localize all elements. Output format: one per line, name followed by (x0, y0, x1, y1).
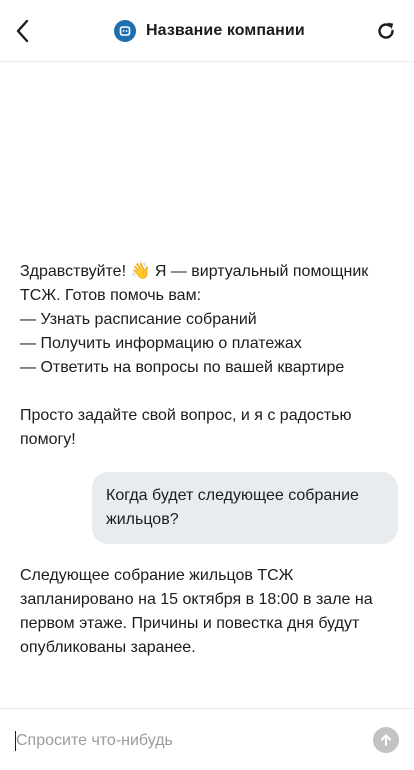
company-logo (114, 20, 136, 42)
arrow-up-icon (380, 734, 392, 746)
refresh-button[interactable] (374, 19, 398, 43)
chat-header: Название компании (0, 0, 414, 62)
chevron-left-icon (16, 19, 29, 43)
bot-message-line: Просто задайте свой вопрос, и я с радост… (20, 407, 352, 448)
send-button[interactable] (373, 727, 399, 753)
page-title: Название компании (146, 22, 305, 39)
bot-message-line: — Узнать расписание собраний (20, 311, 257, 328)
header-title-group: Название компании (114, 18, 305, 44)
bot-message-line: — Ответить на вопросы по вашей квартире (20, 359, 345, 376)
bot-message-line: — Получить информацию о платежах (20, 335, 302, 352)
message-composer (0, 708, 414, 770)
back-button[interactable] (10, 18, 34, 44)
chat-messages: Здравствуйте! 👋 Я — виртуальный помощник… (0, 62, 414, 708)
user-message: Когда будет следующее собрание жильцов? (92, 472, 398, 544)
bot-message-line: Здравствуйте! 👋 Я — виртуальный помощник… (20, 263, 369, 304)
refresh-icon (378, 22, 394, 39)
bot-message: Следующее собрание жильцов ТСЖ запланиро… (20, 564, 400, 660)
message-input[interactable] (16, 727, 356, 755)
bot-icon (119, 26, 131, 36)
bot-message-text: Следующее собрание жильцов ТСЖ запланиро… (20, 567, 373, 656)
bot-message: Здравствуйте! 👋 Я — виртуальный помощник… (20, 260, 400, 452)
